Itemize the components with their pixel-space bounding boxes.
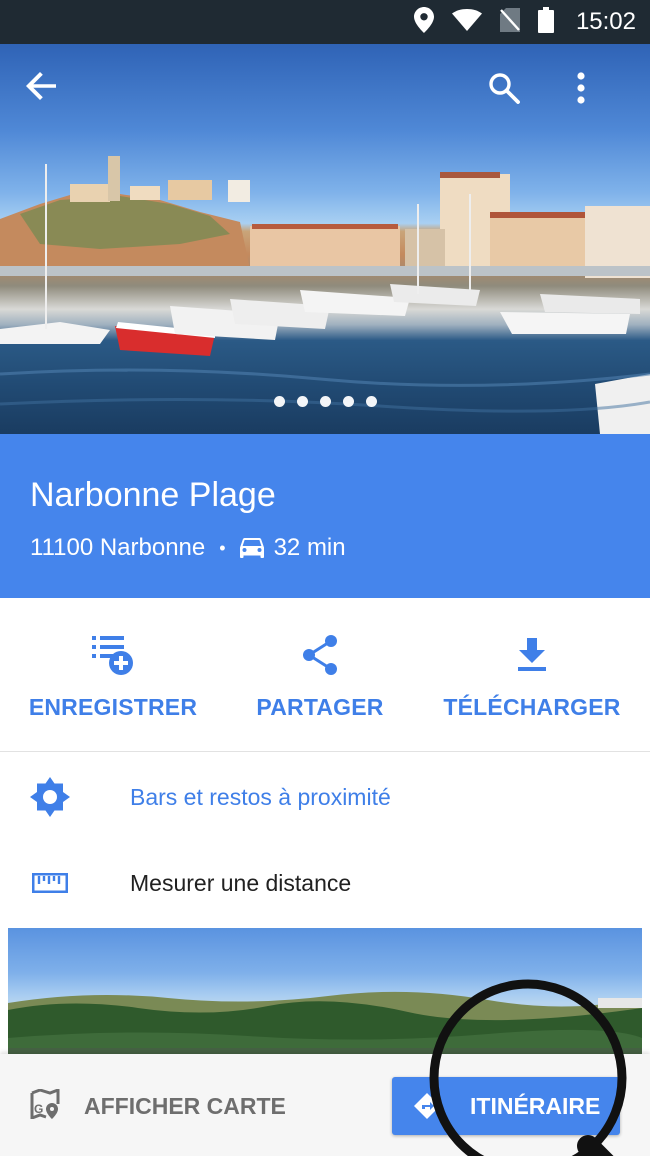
place-photo[interactable] <box>0 44 650 434</box>
directions-label: ITINÉRAIRE <box>470 1092 601 1119</box>
place-header: Narbonne Plage 11100 Narbonne • 32 min <box>0 434 650 598</box>
download-icon <box>517 626 547 684</box>
battery-icon <box>537 6 554 38</box>
measure-distance-row[interactable]: Mesurer une distance <box>0 840 650 926</box>
add-to-list-icon <box>92 626 134 684</box>
pager-dot[interactable] <box>365 396 377 407</box>
status-bar: 15:02 <box>0 0 650 44</box>
directions-button[interactable]: ITINÉRAIRE <box>392 1077 620 1135</box>
back-button[interactable] <box>26 72 74 120</box>
place-address: 11100 Narbonne <box>30 534 206 561</box>
harbor-photo-illustration <box>0 156 650 434</box>
car-icon <box>239 538 264 558</box>
photo-pager-dots <box>0 396 650 407</box>
show-map-label: AFFICHER CARTE <box>84 1092 286 1119</box>
status-time: 15:02 <box>575 8 636 35</box>
pager-dot[interactable] <box>342 396 354 407</box>
more-options-button[interactable] <box>576 72 624 120</box>
share-button[interactable]: PARTAGER <box>236 598 404 752</box>
nearby-bars-label: Bars et restos à proximité <box>130 783 391 810</box>
bottom-action-bar: G AFFICHER CARTE ITINÉRAIRE <box>0 1054 650 1156</box>
more-vert-icon <box>577 72 585 104</box>
explore-nearby-icon <box>30 777 70 817</box>
save-button[interactable]: ENREGISTRER <box>20 598 206 752</box>
search-button[interactable] <box>488 72 536 120</box>
actions-row: ENREGISTRER PARTAGER TÉLÉCHARGER <box>0 598 650 752</box>
place-subtitle: 11100 Narbonne • 32 min <box>30 534 346 562</box>
no-sim-icon <box>499 7 520 37</box>
search-icon <box>489 73 520 104</box>
download-button[interactable]: TÉLÉCHARGER <box>438 598 626 752</box>
arrow-back-icon <box>26 72 56 100</box>
drive-time: 32 min <box>273 534 346 561</box>
status-icons: 15:02 <box>413 0 636 44</box>
svg-text:G: G <box>34 1102 43 1116</box>
download-label: TÉLÉCHARGER <box>443 694 621 720</box>
pager-dot[interactable] <box>319 396 331 407</box>
show-map-button[interactable]: G AFFICHER CARTE <box>30 1084 286 1128</box>
ruler-icon <box>30 863 70 903</box>
share-label: PARTAGER <box>256 694 384 720</box>
map-pin-icon: G <box>30 1087 60 1124</box>
location-icon <box>413 6 434 38</box>
share-icon <box>302 626 338 684</box>
save-label: ENREGISTRER <box>28 694 198 720</box>
wifi-icon <box>451 8 482 36</box>
pager-dot[interactable] <box>273 396 285 407</box>
separator-dot: • <box>219 537 226 558</box>
directions-icon <box>414 1093 440 1119</box>
place-title: Narbonne Plage <box>30 476 276 514</box>
nearby-bars-row[interactable]: Bars et restos à proximité <box>0 754 650 840</box>
pager-dot[interactable] <box>296 396 308 407</box>
measure-distance-label: Mesurer une distance <box>130 869 352 896</box>
